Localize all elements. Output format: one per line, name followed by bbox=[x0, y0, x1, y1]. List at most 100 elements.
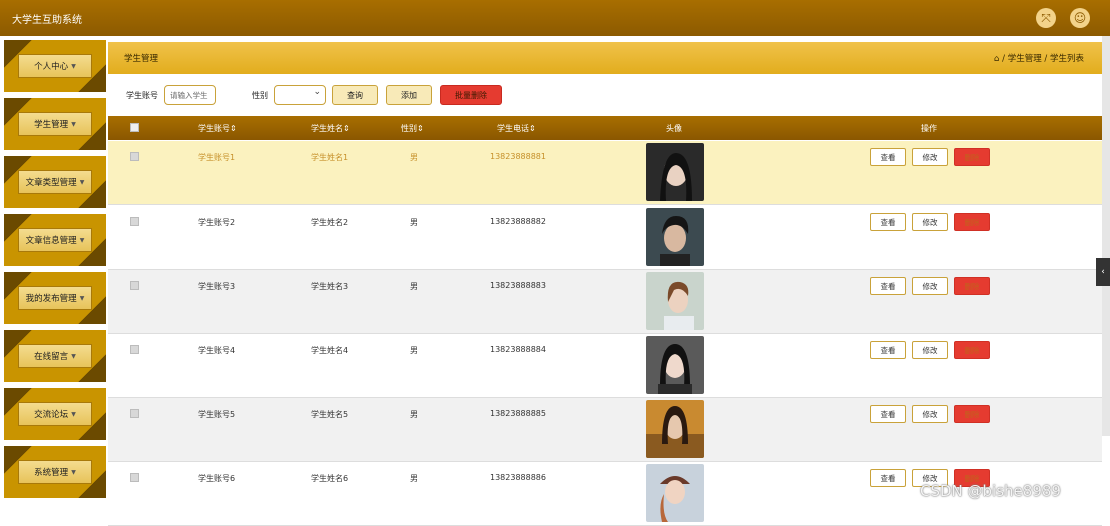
sidebar-item-article-types[interactable]: 文章类型管理 ▼ bbox=[4, 156, 106, 208]
edit-button[interactable]: 修改 bbox=[912, 405, 948, 423]
edit-button[interactable]: 修改 bbox=[912, 277, 948, 295]
table-row[interactable]: 学生账号1 学生姓名1 男 13823888881 查看 修改 删除 bbox=[108, 141, 1102, 205]
sidebar-item-my-posts[interactable]: 我的发布管理 ▼ bbox=[4, 272, 106, 324]
delete-button[interactable]: 删除 bbox=[954, 213, 990, 231]
user-icon[interactable]: ☺ bbox=[1070, 8, 1090, 28]
table-row[interactable]: 学生账号5 学生姓名5 男 13823888885 查看 修改 删除 bbox=[108, 398, 1102, 462]
account-label: 学生账号 bbox=[126, 90, 158, 100]
row-checkbox[interactable] bbox=[130, 409, 139, 418]
caret-down-icon: ▼ bbox=[79, 294, 85, 302]
sidebar-button[interactable]: 学生管理 ▼ bbox=[18, 112, 92, 136]
sidebar-item-label: 文章类型管理 bbox=[25, 178, 77, 188]
sidebar-item-label: 文章信息管理 bbox=[25, 236, 77, 246]
col-phone[interactable]: 学生电话⇕ bbox=[497, 123, 536, 134]
breadcrumb-path: / 学生管理 / 学生列表 bbox=[1002, 54, 1084, 64]
row-checkbox[interactable] bbox=[130, 473, 139, 482]
caret-down-icon: ▼ bbox=[71, 468, 76, 476]
sidebar-item-system[interactable]: 系统管理 ▼ bbox=[4, 446, 106, 498]
caret-down-icon: ▼ bbox=[79, 178, 85, 186]
cell-name: 学生姓名1 bbox=[311, 153, 349, 162]
fullscreen-icon[interactable]: ⤧ bbox=[1036, 8, 1056, 28]
cell-phone: 13823888883 bbox=[490, 281, 546, 290]
caret-down-icon: ▼ bbox=[71, 62, 76, 70]
cell-account: 学生账号5 bbox=[198, 410, 236, 419]
edit-button[interactable]: 修改 bbox=[912, 213, 948, 231]
view-button[interactable]: 查看 bbox=[870, 277, 906, 295]
view-button[interactable]: 查看 bbox=[870, 469, 906, 487]
sidebar-item-messages[interactable]: 在线留言 ▼ bbox=[4, 330, 106, 382]
sidebar: 个人中心 ▼ 学生管理 ▼ 文章类型管理 ▼ 文章信息管理 ▼ 我的发布管理 ▼ 在线留言… bbox=[0, 36, 108, 511]
view-button[interactable]: 查看 bbox=[870, 405, 906, 423]
chevron-left-icon[interactable]: ‹ bbox=[1096, 258, 1110, 286]
edit-button[interactable]: 修改 bbox=[912, 341, 948, 359]
cell-account: 学生账号4 bbox=[198, 346, 236, 355]
delete-button[interactable]: 删除 bbox=[954, 277, 990, 295]
col-name[interactable]: 学生姓名⇕ bbox=[311, 123, 350, 134]
caret-down-icon: ▼ bbox=[71, 120, 76, 128]
sidebar-item-label: 个人中心 bbox=[34, 62, 69, 72]
gender-select[interactable] bbox=[274, 85, 326, 105]
cell-gender: 男 bbox=[410, 346, 418, 355]
main-content: 学生管理 ⌂ / 学生管理 / 学生列表 学生账号 请输入学生 性别 查询 添加… bbox=[108, 36, 1102, 526]
cell-name: 学生姓名5 bbox=[311, 410, 349, 419]
sidebar-item-forum[interactable]: 交流论坛 ▼ bbox=[4, 388, 106, 440]
sidebar-button[interactable]: 系统管理 ▼ bbox=[18, 460, 92, 484]
sidebar-button[interactable]: 我的发布管理 ▼ bbox=[18, 286, 92, 310]
cell-phone: 13823888882 bbox=[490, 217, 546, 226]
cell-phone: 13823888885 bbox=[490, 409, 546, 418]
cell-phone: 13823888884 bbox=[490, 345, 546, 354]
sidebar-item-label: 我的发布管理 bbox=[25, 294, 77, 304]
table-row[interactable]: 学生账号3 学生姓名3 男 13823888883 查看 修改 删除 bbox=[108, 270, 1102, 334]
avatar-image bbox=[646, 464, 704, 522]
query-button[interactable]: 查询 bbox=[332, 85, 378, 105]
delete-button[interactable]: 删除 bbox=[954, 341, 990, 359]
cell-account: 学生账号1 bbox=[198, 153, 236, 162]
col-account[interactable]: 学生账号⇕ bbox=[198, 123, 237, 134]
col-actions: 操作 bbox=[921, 124, 937, 133]
app-title: 大学生互助系统 bbox=[12, 14, 82, 26]
add-button[interactable]: 添加 bbox=[386, 85, 432, 105]
row-checkbox[interactable] bbox=[130, 217, 139, 226]
sidebar-button[interactable]: 文章信息管理 ▼ bbox=[18, 228, 92, 252]
select-all-checkbox[interactable] bbox=[130, 123, 139, 132]
row-checkbox[interactable] bbox=[130, 281, 139, 290]
sidebar-button[interactable]: 文章类型管理 ▼ bbox=[18, 170, 92, 194]
batch-delete-button[interactable]: 批量删除 bbox=[440, 85, 502, 105]
row-checkbox[interactable] bbox=[130, 152, 139, 161]
avatar-image bbox=[646, 208, 704, 266]
cell-name: 学生姓名6 bbox=[311, 474, 349, 483]
sidebar-button[interactable]: 个人中心 ▼ bbox=[18, 54, 92, 78]
edit-button[interactable]: 修改 bbox=[912, 148, 948, 166]
cell-gender: 男 bbox=[410, 153, 418, 162]
table-row[interactable]: 学生账号4 学生姓名4 男 13823888884 查看 修改 删除 bbox=[108, 334, 1102, 398]
cell-gender: 男 bbox=[410, 410, 418, 419]
row-checkbox[interactable] bbox=[130, 345, 139, 354]
view-button[interactable]: 查看 bbox=[870, 148, 906, 166]
cell-phone: 13823888886 bbox=[490, 473, 546, 482]
cell-account: 学生账号3 bbox=[198, 282, 236, 291]
delete-button[interactable]: 删除 bbox=[954, 405, 990, 423]
sidebar-button[interactable]: 交流论坛 ▼ bbox=[18, 402, 92, 426]
view-button[interactable]: 查看 bbox=[870, 341, 906, 359]
search-bar: 学生账号 请输入学生 性别 查询 添加 批量删除 bbox=[108, 76, 1102, 114]
table-row[interactable]: 学生账号2 学生姓名2 男 13823888882 查看 修改 删除 bbox=[108, 206, 1102, 270]
col-gender[interactable]: 性别⇕ bbox=[401, 123, 424, 134]
delete-button[interactable]: 删除 bbox=[954, 148, 990, 166]
scrollbar[interactable] bbox=[1102, 36, 1110, 436]
page-header: 学生管理 ⌂ / 学生管理 / 学生列表 bbox=[108, 40, 1102, 74]
sidebar-item-article-info[interactable]: 文章信息管理 ▼ bbox=[4, 214, 106, 266]
home-icon[interactable]: ⌂ bbox=[994, 54, 999, 64]
table-header: 学生账号⇕ 学生姓名⇕ 性别⇕ 学生电话⇕ 头像 操作 bbox=[108, 116, 1102, 140]
cell-name: 学生姓名4 bbox=[311, 346, 349, 355]
caret-down-icon: ▼ bbox=[71, 352, 76, 360]
sidebar-item-personal-center[interactable]: 个人中心 ▼ bbox=[4, 40, 106, 92]
avatar-image bbox=[646, 400, 704, 458]
caret-down-icon: ▼ bbox=[71, 410, 76, 418]
top-icons: ⤧ ☺ bbox=[1036, 8, 1090, 28]
sidebar-button[interactable]: 在线留言 ▼ bbox=[18, 344, 92, 368]
avatar-image bbox=[646, 336, 704, 394]
view-button[interactable]: 查看 bbox=[870, 213, 906, 231]
sidebar-item-students[interactable]: 学生管理 ▼ bbox=[4, 98, 106, 150]
account-search-input[interactable]: 请输入学生 bbox=[164, 85, 216, 105]
col-avatar: 头像 bbox=[666, 124, 682, 133]
